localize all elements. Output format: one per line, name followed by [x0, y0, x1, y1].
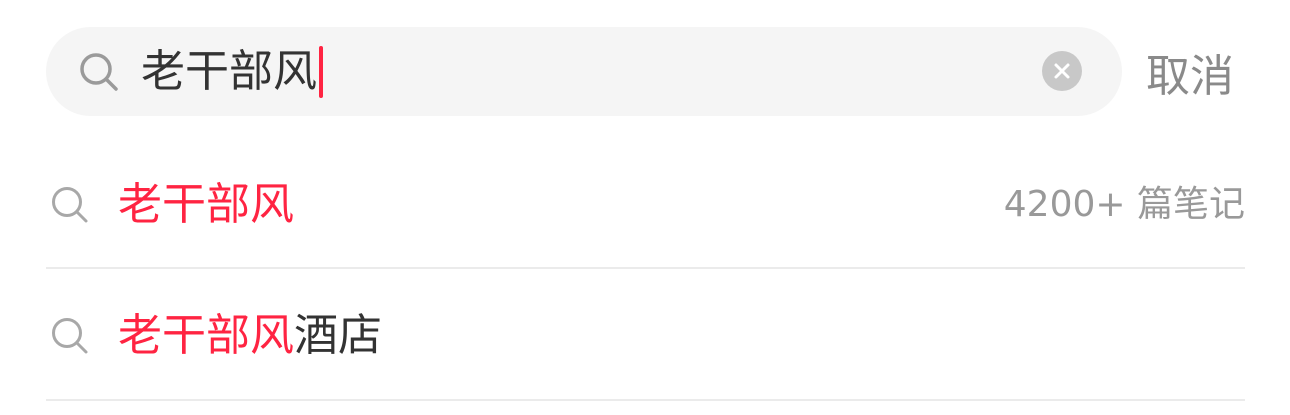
search-icon — [50, 316, 90, 356]
text-caret — [319, 45, 323, 98]
search-icon — [78, 51, 120, 93]
suggestion-highlight: 老干部风 — [118, 310, 294, 361]
search-input-value: 老干部风 — [141, 45, 317, 97]
suggestion-label: 老干部风 — [118, 183, 294, 227]
suggestion-highlight: 老干部风 — [118, 179, 294, 230]
suggestion-item[interactable]: 老干部风 4200+ 篇笔记 — [46, 137, 1245, 269]
suggestion-item[interactable]: 老干部风酒店 — [46, 269, 1245, 401]
clear-button[interactable] — [1042, 51, 1082, 91]
cancel-button[interactable]: 取消 — [1146, 27, 1234, 116]
search-bar[interactable]: 老干部风 — [46, 27, 1122, 116]
suggestion-label: 老干部风酒店 — [118, 314, 382, 358]
search-icon — [50, 185, 90, 225]
note-count: 4200+ 篇笔记 — [1003, 184, 1245, 225]
suggestion-rest: 酒店 — [294, 310, 382, 361]
clear-icon — [1054, 63, 1070, 79]
search-input[interactable]: 老干部风 — [141, 27, 323, 116]
